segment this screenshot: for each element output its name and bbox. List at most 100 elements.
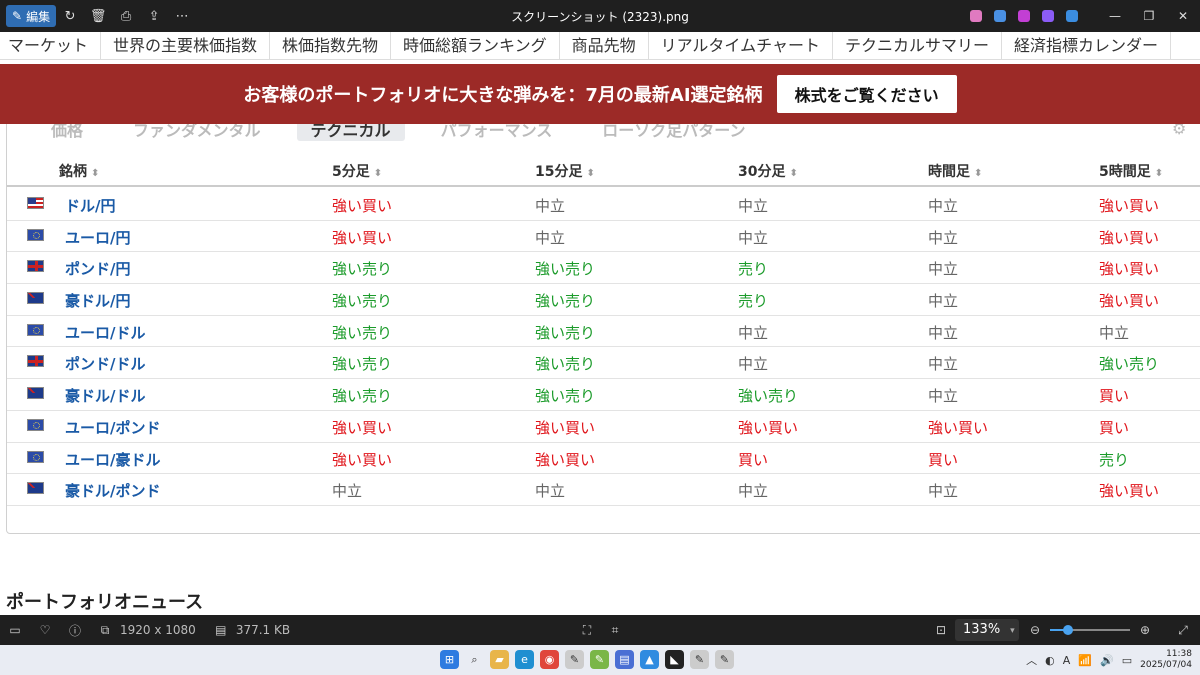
pair-link[interactable]: ポンド/円 (65, 258, 130, 279)
zoom-out-icon[interactable]: ⊖ (1020, 623, 1050, 637)
app-icon[interactable]: ✎ (565, 650, 584, 669)
pair-link[interactable]: ユーロ/ポンド (65, 417, 160, 438)
pair-link[interactable]: ユーロ/ドル (65, 322, 145, 343)
app-icon[interactable]: ✎ (690, 650, 709, 669)
image-dimensions: 1920 x 1080 (120, 623, 196, 637)
table-row[interactable]: 豪ドル/ドル 強い売り 強い売り 強い売り 中立 買い (7, 379, 1200, 411)
header-hourly[interactable]: 時間足 ⬍ (928, 161, 982, 181)
pair-link[interactable]: 豪ドル/ドル (65, 385, 145, 406)
tab-fundamental[interactable]: ファンダメンタル (119, 124, 275, 141)
tab-technical[interactable]: テクニカル (296, 124, 405, 141)
tab-candlestick[interactable]: ローソク足パターン (588, 124, 759, 141)
chevron-up-icon[interactable]: ︿ (1026, 652, 1037, 668)
share-icon[interactable]: ⇪ (140, 5, 168, 27)
flag-eu-icon (27, 418, 44, 431)
signal-hourly: 中立 (928, 323, 959, 342)
header-30min[interactable]: 30分足 ⬍ (738, 161, 798, 181)
signal-hourly: 中立 (928, 387, 959, 406)
nav-item-market-cap[interactable]: 時価総額ランキング (391, 32, 560, 59)
signal-5hour: 強い買い (1099, 292, 1160, 311)
nav-item-realtime-chart[interactable]: リアルタイムチャート (649, 32, 833, 59)
view-stocks-button[interactable]: 株式をご覧ください (776, 75, 957, 113)
nav-item-world-indices[interactable]: 世界の主要株価指数 (101, 32, 271, 59)
nav-item-market[interactable]: マーケット (0, 32, 102, 59)
nav-item-technical-summary[interactable]: テクニカルサマリー (833, 32, 1002, 59)
photos-icon[interactable]: ▲ (640, 650, 659, 669)
fit-icon[interactable]: ⊡ (926, 623, 956, 637)
print-icon[interactable]: ⎙ (112, 5, 140, 27)
signal-30min: 買い (738, 450, 769, 469)
table-row[interactable]: ユーロ/ポンド 強い買い 強い買い 強い買い 強い買い 買い (7, 411, 1200, 443)
chrome-icon[interactable]: ◉ (540, 650, 559, 669)
zoom-slider-knob[interactable] (1062, 625, 1073, 635)
signal-5min: 中立 (332, 482, 363, 501)
table-header: 銘柄 ⬍ 5分足 ⬍ 15分足 ⬍ 30分足 ⬍ 時間足 ⬍ 5時間足 ⬍ (7, 153, 1200, 187)
file-explorer-icon[interactable]: ▰ (490, 650, 509, 669)
nav-item-economic-calendar[interactable]: 経済指標カレンダー (1002, 32, 1171, 59)
signal-15min: 強い買い (535, 418, 596, 437)
tab-price[interactable]: 価格 (37, 124, 97, 141)
table-row[interactable]: ポンド/ドル 強い売り 強い売り 中立 中立 強い売り (7, 347, 1200, 380)
battery-icon[interactable]: ▭ (1122, 654, 1132, 667)
table-row[interactable]: ユーロ/豪ドル 強い買い 強い買い 買い 買い 売り (7, 443, 1200, 475)
header-5min[interactable]: 5分足 ⬍ (332, 161, 382, 181)
pair-link[interactable]: 豪ドル/ポンド (65, 480, 160, 501)
more-icon[interactable]: ⋯ (168, 5, 196, 27)
info-icon[interactable]: ⓘ (60, 622, 90, 639)
start-icon[interactable]: ⊞ (440, 650, 459, 669)
app-icon[interactable]: ✎ (590, 650, 609, 669)
header-5hour[interactable]: 5時間足 ⬍ (1099, 161, 1163, 181)
favorite-icon[interactable]: ♡ (30, 623, 60, 637)
copilot-icon[interactable] (970, 10, 982, 22)
signal-5min: 強い売り (332, 323, 393, 342)
gear-icon[interactable]: ⚙ (1172, 124, 1186, 138)
pair-link[interactable]: ドル/円 (65, 195, 115, 216)
table-row[interactable]: 豪ドル/円 強い売り 強い売り 売り 中立 強い買い (7, 284, 1200, 316)
pair-link[interactable]: ユーロ/円 (65, 227, 130, 248)
signal-hourly: 中立 (928, 355, 959, 374)
close-icon[interactable]: ✕ (1166, 9, 1200, 23)
clipchamp-icon[interactable] (1018, 10, 1030, 22)
filmstrip-icon[interactable]: ▭ (0, 623, 30, 637)
text-select-icon[interactable]: ⌗ (600, 623, 630, 638)
wifi-icon[interactable]: 📶 (1078, 654, 1092, 667)
header-15min[interactable]: 15分足 ⬍ (535, 161, 595, 181)
table-row[interactable]: ユーロ/円 強い買い 中立 中立 中立 強い買い (7, 221, 1200, 253)
signal-5min: 強い買い (332, 228, 393, 247)
onedrive-icon[interactable] (1066, 10, 1078, 22)
notepad-icon[interactable]: ▤ (615, 650, 634, 669)
crop-icon[interactable]: ⛶ (572, 623, 602, 638)
restore-icon[interactable]: ❐ (1132, 9, 1166, 23)
search-icon[interactable]: ⌕ (465, 650, 484, 669)
fullscreen-icon[interactable]: ⤢ (1168, 623, 1198, 638)
pair-link[interactable]: 豪ドル/円 (65, 290, 130, 311)
delete-icon[interactable]: 🗑 (84, 5, 112, 27)
table-row[interactable]: ポンド/円 強い売り 強い売り 売り 中立 強い買い (7, 252, 1200, 285)
tab-performance[interactable]: パフォーマンス (427, 124, 567, 141)
table-row[interactable]: ユーロ/ドル 強い売り 強い売り 中立 中立 中立 (7, 316, 1200, 348)
table-row[interactable]: ドル/円 強い買い 中立 中立 中立 強い買い (7, 189, 1200, 221)
designer-icon[interactable] (1042, 10, 1054, 22)
zoom-select[interactable]: 133% ▾ (955, 619, 1019, 641)
flag-uk-icon (27, 260, 44, 273)
edge-icon[interactable]: e (515, 650, 534, 669)
signal-5hour: 売り (1099, 450, 1130, 469)
app-icon[interactable]: ◣ (665, 650, 684, 669)
volume-icon[interactable]: 🔊 (1100, 654, 1114, 667)
header-symbol[interactable]: 銘柄 ⬍ (59, 161, 99, 181)
app-tray-icon[interactable]: ◐ (1045, 654, 1055, 667)
pair-link[interactable]: ユーロ/豪ドル (65, 449, 160, 470)
app-icon[interactable]: ✎ (715, 650, 734, 669)
app-icon[interactable] (994, 10, 1006, 22)
rotate-icon[interactable]: ↻ (56, 5, 84, 27)
ime-icon[interactable]: A (1063, 654, 1071, 667)
zoom-slider[interactable] (1050, 625, 1130, 635)
pair-link[interactable]: ポンド/ドル (65, 353, 145, 374)
zoom-in-icon[interactable]: ⊕ (1130, 623, 1160, 637)
nav-item-index-futures[interactable]: 株価指数先物 (270, 32, 392, 59)
minimize-icon[interactable]: — (1098, 9, 1132, 23)
nav-item-commodities[interactable]: 商品先物 (560, 32, 649, 59)
clock[interactable]: 11:38 2025/07/04 (1140, 649, 1192, 671)
table-row[interactable]: 豪ドル/ポンド 中立 中立 中立 中立 強い買い (7, 474, 1200, 506)
edit-button[interactable]: ✎ 編集 (6, 5, 57, 27)
